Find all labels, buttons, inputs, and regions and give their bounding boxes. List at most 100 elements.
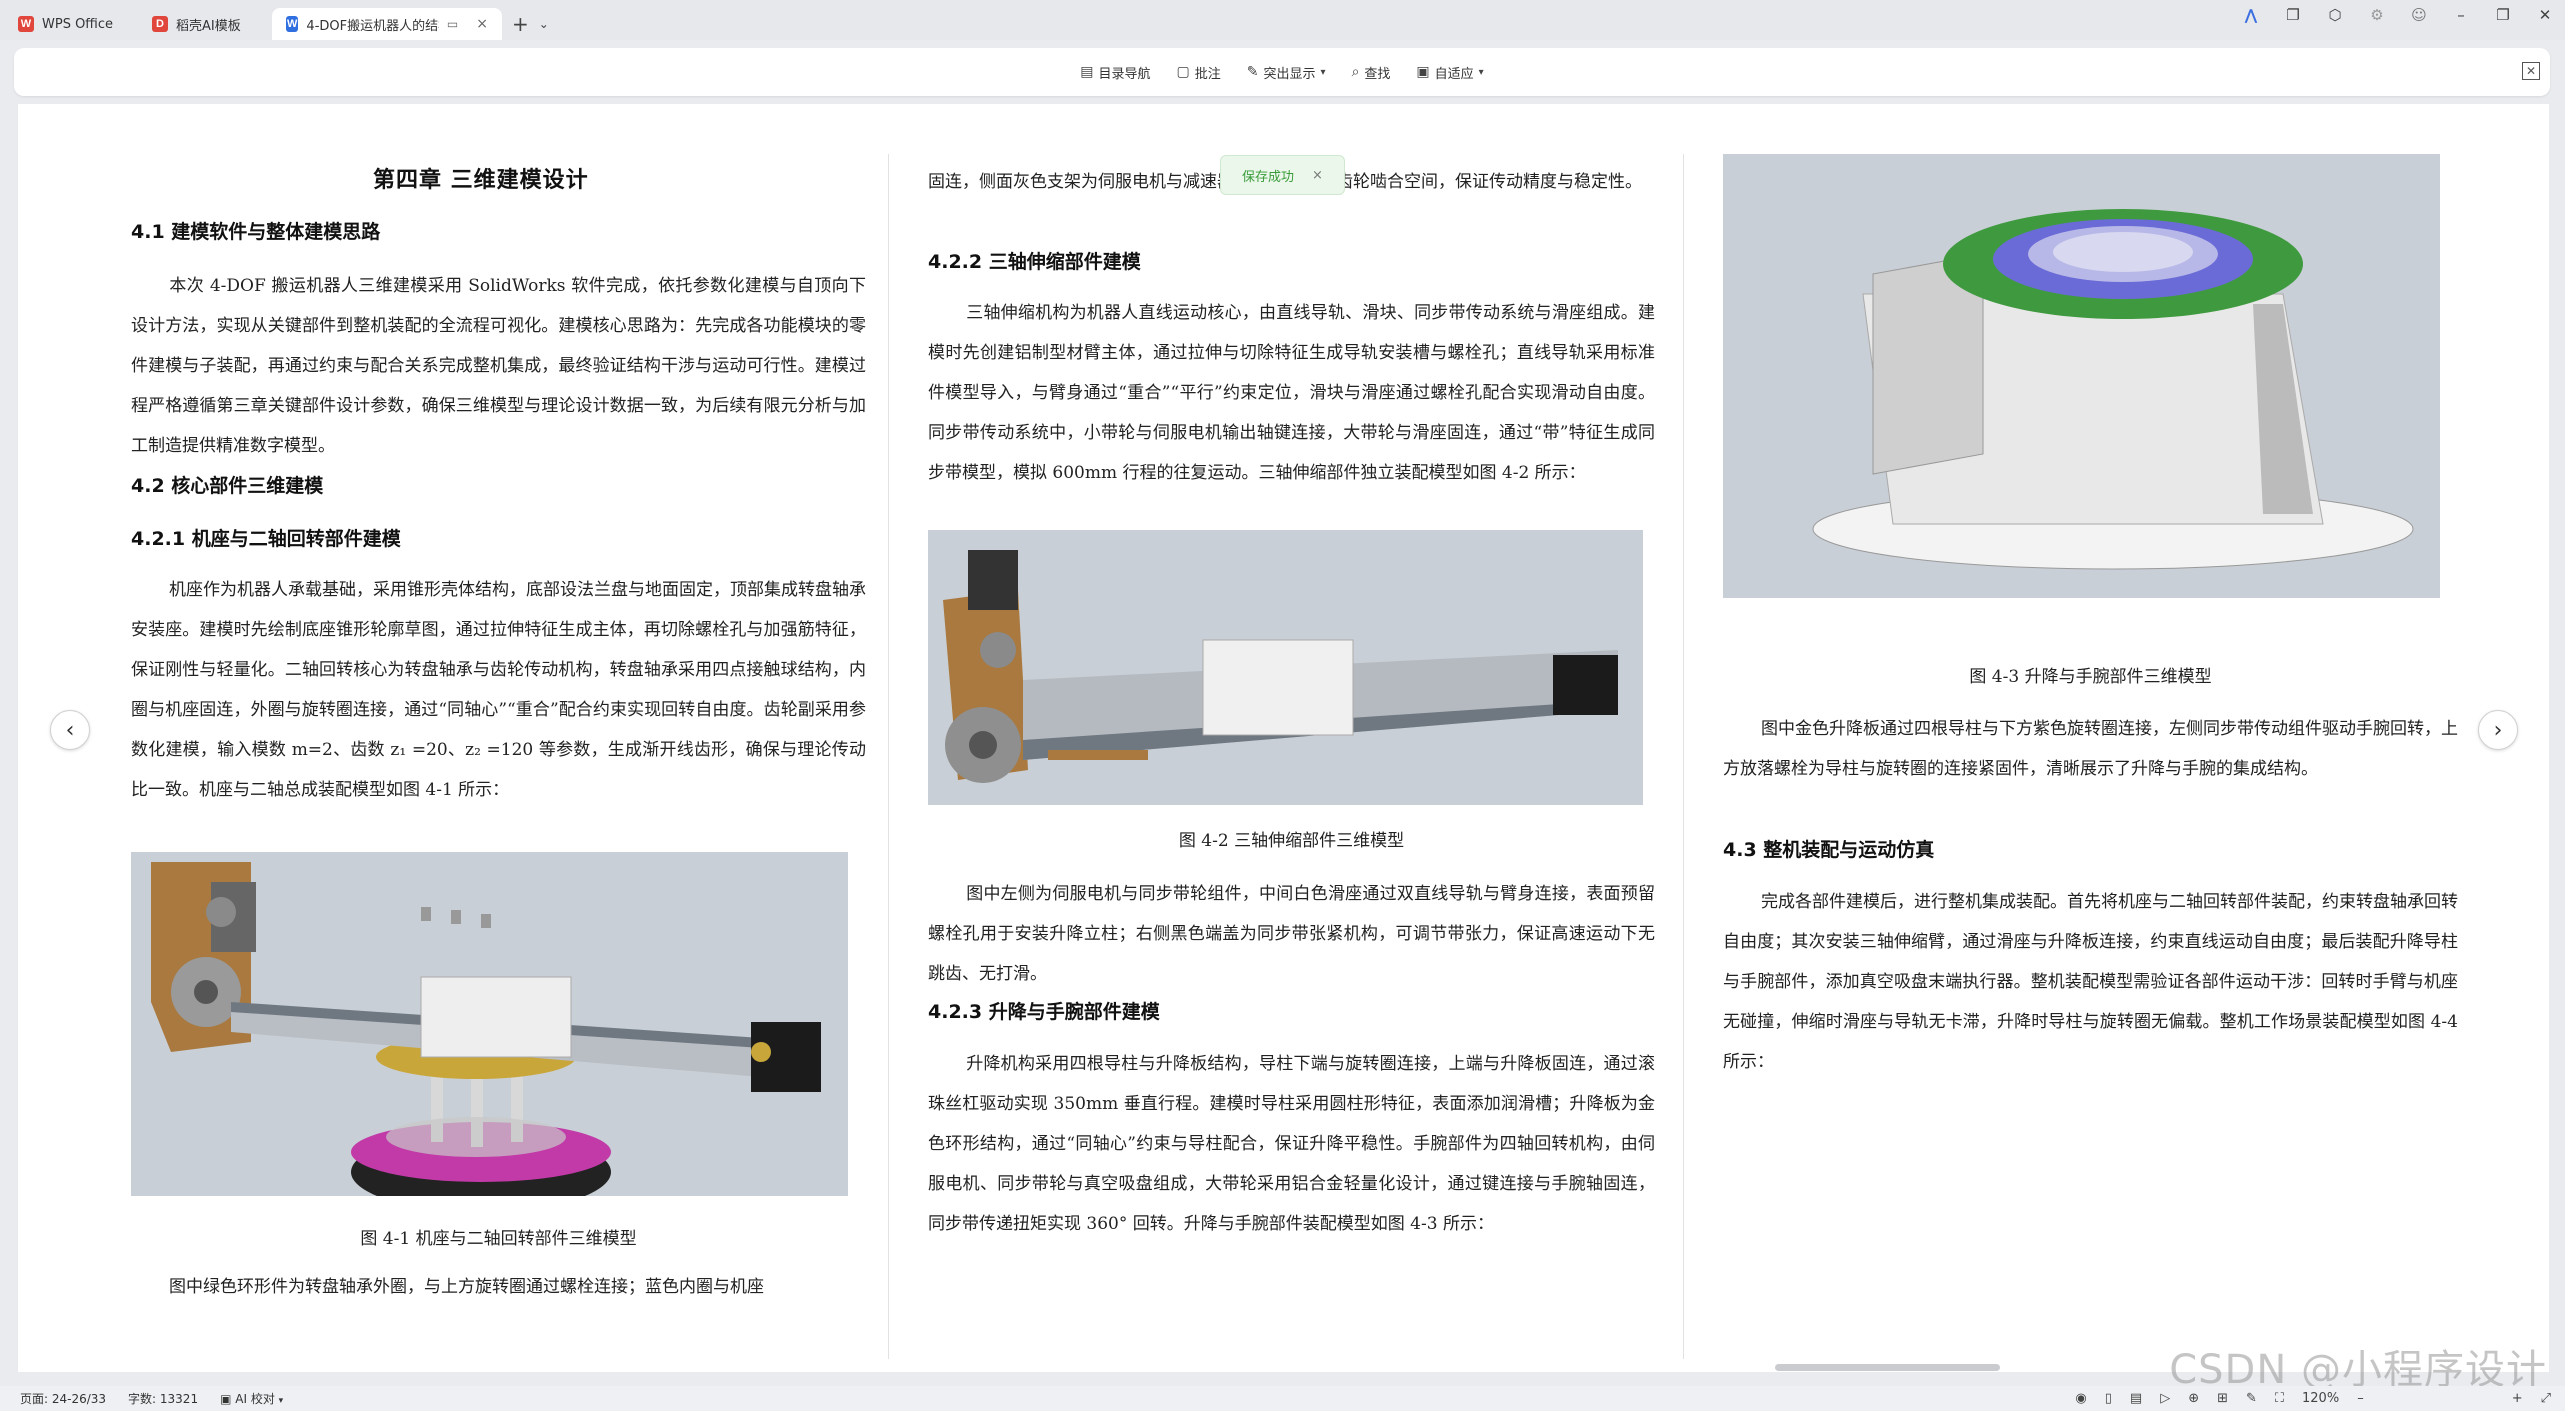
page-view-icon[interactable]: ▯ (2105, 1391, 2112, 1406)
paragraph-after-fig-4-2: 图中左侧为伺服电机与同步带轮组件，中间白色滑座通过双直线导轨与臂身连接，表面预留… (928, 874, 1655, 994)
tab-daoke-template[interactable]: D 稻壳AI模板 (138, 8, 268, 40)
figure-4-2-image (928, 530, 1643, 805)
paragraph-after-fig-4-1: 图中绿色环形件为转盘轴承外圈，与上方旋转圈通过螺栓连接；蓝色内圈与机座 (131, 1267, 866, 1307)
tab-label: WPS Office (42, 16, 114, 32)
paragraph-4-2-2: 三轴伸缩机构为机器人直线运动核心，由直线导轨、滑块、同步带传动系统与滑座组成。建… (928, 293, 1655, 493)
catalog-icon: ▤ (1080, 64, 1094, 80)
ai-icon[interactable]: ⋀ (2241, 6, 2261, 24)
exit-reading-icon[interactable]: ✕ (2522, 62, 2540, 80)
tab-label: 4-DOF搬运机器人的结构设计 (306, 18, 439, 34)
chevron-down-icon: ▾ (1320, 66, 1326, 78)
ai-proofread-button[interactable]: ▣ AI 校对 ▾ (220, 1390, 283, 1407)
window-icon[interactable]: ❐ (2283, 6, 2303, 24)
paragraph-4-2-1: 机座作为机器人承载基础，采用锥形壳体结构，底部设法兰盘与地面固定，顶部集成转盘轴… (131, 570, 866, 810)
zoom-out-button[interactable]: – (2357, 1391, 2364, 1406)
chevron-left-icon: ‹ (65, 717, 75, 743)
read-mode-icon[interactable]: ⊞ (2217, 1391, 2228, 1406)
zoom-in-button[interactable]: + (2512, 1391, 2523, 1406)
find-label: 查找 (1364, 66, 1391, 82)
paragraph-text: 图中左侧为伺服电机与同步带轮组件，中间白色滑座通过双直线导轨与臂身连接，表面预留… (928, 884, 1655, 984)
find-button[interactable]: ⌕ 查找 (1352, 63, 1391, 82)
horizontal-scrollbar[interactable] (1775, 1364, 2000, 1371)
next-page-button[interactable]: › (2478, 710, 2518, 750)
play-icon[interactable]: ▷ (2160, 1391, 2170, 1406)
section-heading-4-2-2: 4.2.2 三轴伸缩部件建模 (928, 251, 1141, 273)
section-heading-4-2: 4.2 核心部件三维建模 (131, 475, 324, 497)
figure-4-1-caption: 图 4-1 机座与二轴回转部件三维模型 (360, 1229, 637, 1249)
column-divider (1683, 154, 1684, 1359)
figure-4-3-caption: 图 4-3 升降与手腕部件三维模型 (1969, 667, 2212, 687)
paragraph-4-1: 本次 4-DOF 搬运机器人三维建模采用 SolidWorks 软件完成，依托参… (131, 266, 866, 466)
minimize-icon[interactable]: – (2451, 6, 2471, 24)
pen-icon[interactable]: ✎ (2246, 1391, 2257, 1406)
catalog-nav-button[interactable]: ▤ 目录导航 (1080, 63, 1150, 82)
section-heading-4-2-3: 4.2.3 升降与手腕部件建模 (928, 1001, 1160, 1023)
cube-icon[interactable]: ⬡ (2325, 6, 2345, 24)
paragraph-text: 三轴伸缩机构为机器人直线运动核心，由直线导轨、滑块、同步带传动系统与滑座组成。建… (928, 303, 1655, 483)
figure-4-2-caption: 图 4-2 三轴伸缩部件三维模型 (1178, 831, 1405, 851)
highlight-button[interactable]: ✎ 突出显示 ▾ (1247, 63, 1326, 82)
column-divider (888, 154, 889, 1359)
new-tab-icon[interactable]: + (512, 12, 529, 36)
zoom-level[interactable]: 120% (2302, 1391, 2339, 1406)
ai-proofread-label: AI 校对 (235, 1392, 275, 1406)
chevron-down-icon: ▾ (1478, 66, 1484, 78)
paragraph-text: 图中金色升降板通过四根导柱与下方紫色旋转圈连接，左侧同步带传动组件驱动手腕回转，… (1723, 719, 2458, 779)
comment-icon: ▢ (1176, 64, 1190, 80)
status-bar: 页面: 24-26/33 字数: 13321 ▣ AI 校对 ▾ ◉ ▯ ▤ ▷… (0, 1386, 2565, 1411)
lift-wrist-render (1723, 154, 2440, 598)
fit-icon[interactable]: ⛶ (2275, 1391, 2284, 1406)
chevron-right-icon: › (2493, 717, 2503, 743)
document-view: 第四章 三维建模设计 4.1 建模软件与整体建模思路 本次 4-DOF 搬运机器… (18, 104, 2549, 1372)
ai-proofread-icon: ▣ (220, 1392, 232, 1406)
paragraph-text: 升降机构采用四根导柱与升降板结构，导柱下端与旋转圈连接，上端与升降板固连，通过滚… (928, 1054, 1655, 1234)
section-heading-4-3: 4.3 整机装配与运动仿真 (1723, 839, 1935, 861)
paragraph-after-fig-4-3: 图中金色升降板通过四根导柱与下方紫色旋转圈连接，左侧同步带传动组件驱动手腕回转，… (1723, 709, 2458, 789)
maximize-icon[interactable]: ❐ (2493, 6, 2513, 24)
toast-close-icon[interactable]: × (1312, 168, 1323, 183)
word-doc-icon: W (286, 16, 299, 32)
chevron-down-icon[interactable]: ⌄ (539, 17, 549, 31)
adapt-label: 自适应 (1434, 66, 1474, 82)
comment-label: 批注 (1194, 66, 1221, 82)
reading-toolbar: ▤ 目录导航 ▢ 批注 ✎ 突出显示 ▾ ⌕ 查找 ▣ 自适应 ▾ ✕ (14, 48, 2550, 96)
title-bar: W WPS Office D 稻壳AI模板 W 4-DOF搬运机器人的结构设计 … (0, 0, 2565, 40)
outline-view-icon[interactable]: ▤ (2130, 1391, 2142, 1406)
figure-4-3-image (1723, 154, 2440, 598)
paragraph-4-3: 完成各部件建模后，进行整机集成装配。首先将机座与二轴回转部件装配，约束转盘轴承回… (1723, 882, 2458, 1082)
daoke-logo-icon: D (152, 16, 168, 32)
section-heading-4-1: 4.1 建模软件与整体建模思路 (131, 221, 381, 243)
telescopic-arm-render (928, 530, 1643, 805)
web-view-icon[interactable]: ⊕ (2188, 1391, 2199, 1406)
highlight-label: 突出显示 (1263, 66, 1316, 82)
word-count[interactable]: 字数: 13321 (128, 1390, 198, 1407)
tab-document[interactable]: W 4-DOF搬运机器人的结构设计 ▭ × (272, 8, 502, 40)
settings-icon[interactable]: ⚙ (2367, 6, 2387, 24)
adapt-icon: ▣ (1416, 64, 1430, 80)
highlight-icon: ✎ (1246, 64, 1259, 80)
comment-button[interactable]: ▢ 批注 (1177, 63, 1221, 82)
save-success-toast: 保存成功 × (1220, 155, 1345, 195)
adapt-button[interactable]: ▣ 自适应 ▾ (1416, 63, 1483, 82)
paragraph-text: 完成各部件建模后，进行整机集成装配。首先将机座与二轴回转部件装配，约束转盘轴承回… (1723, 892, 2458, 1072)
paragraph-text: 机座作为机器人承载基础，采用锥形壳体结构，底部设法兰盘与地面固定，顶部集成转盘轴… (131, 580, 866, 800)
page-indicator[interactable]: 页面: 24-26/33 (20, 1390, 106, 1407)
chapter-title: 第四章 三维建模设计 (373, 168, 589, 193)
paragraph-text: 图中绿色环形件为转盘轴承外圈，与上方旋转圈通过螺栓连接；蓝色内圈与机座 (169, 1277, 764, 1297)
paragraph-4-2-3: 升降机构采用四根导柱与升降板结构，导柱下端与旋转圈连接，上端与升降板固连，通过滚… (928, 1044, 1655, 1244)
toast-text: 保存成功 (1242, 169, 1295, 185)
avatar[interactable]: ☺ (2409, 6, 2429, 24)
close-window-icon[interactable]: ✕ (2535, 6, 2555, 24)
fullscreen-icon[interactable]: ⤢ (2541, 1391, 2551, 1406)
chevron-down-icon: ▾ (278, 1396, 284, 1406)
robot-base-render (131, 852, 848, 1196)
prev-page-button[interactable]: ‹ (50, 710, 90, 750)
tab-label: 稻壳AI模板 (176, 18, 241, 34)
tab-wps-office[interactable]: W WPS Office (4, 8, 134, 40)
monitor-icon: ▭ (446, 17, 459, 31)
close-tab-icon[interactable]: × (476, 16, 488, 32)
section-heading-4-2-1: 4.2.1 机座与二轴回转部件建模 (131, 528, 401, 550)
paragraph-text: 本次 4-DOF 搬运机器人三维建模采用 SolidWorks 软件完成，依托参… (131, 276, 866, 456)
wps-logo-icon: W (18, 16, 34, 32)
eye-icon[interactable]: ◉ (2075, 1391, 2086, 1406)
